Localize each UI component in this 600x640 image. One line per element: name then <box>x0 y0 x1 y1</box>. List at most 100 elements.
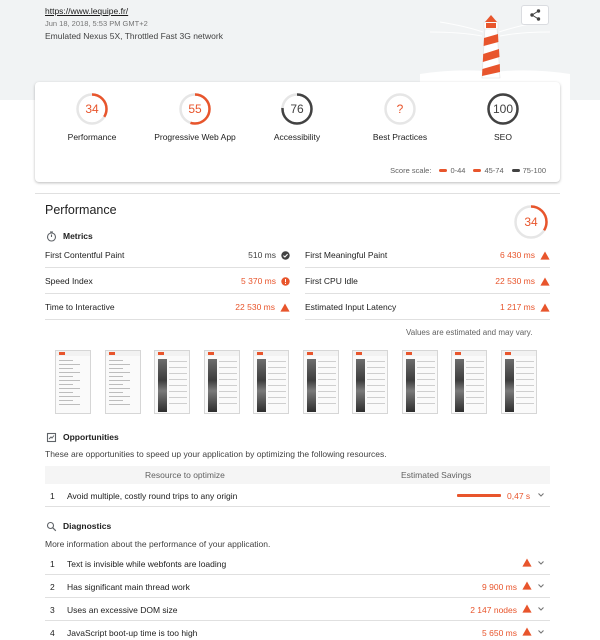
filmstrip <box>55 350 540 414</box>
metric-value: 22 530 ms <box>495 276 535 286</box>
score-value: 76 <box>290 102 304 116</box>
row-number: 1 <box>50 559 55 569</box>
scale-range-label: 0-44 <box>450 166 466 175</box>
chevron-down-icon[interactable] <box>537 558 545 568</box>
metrics-header: Metrics <box>45 230 93 242</box>
share-icon <box>529 9 540 21</box>
metric-estimated-input-latency: Estimated Input Latency 1 217 ms <box>305 295 550 320</box>
warning-triangle-icon <box>522 558 532 567</box>
diagnostics-description: More information about the performance o… <box>45 539 271 549</box>
chevron-down-icon[interactable] <box>537 627 545 637</box>
category-performance[interactable]: 34 Performance <box>37 92 147 142</box>
category-accessibility[interactable]: 76 Accessibility <box>242 92 352 142</box>
scale-range-label: 75-100 <box>522 166 546 175</box>
category-seo[interactable]: 100 SEO <box>448 92 558 142</box>
metric-value: 6 430 ms <box>500 250 535 260</box>
diagnostic-value: 9 900 ms <box>482 582 517 592</box>
scale-swatch <box>439 169 448 172</box>
metric-name: Time to Interactive <box>45 302 115 312</box>
search-icon <box>45 520 57 532</box>
score-gauge: 76 <box>280 92 314 126</box>
row-number: 1 <box>50 491 55 501</box>
opportunity-row[interactable]: 1 Avoid multiple, costly round trips to … <box>45 485 550 507</box>
pass-check-icon <box>281 250 290 260</box>
diagnostic-row[interactable]: 2 Has significant main thread work 9 900… <box>45 576 550 598</box>
metric-value: 1 217 ms <box>500 302 535 312</box>
category-label: Progressive Web App <box>154 132 236 142</box>
score-scale-label: Score scale: <box>390 166 432 175</box>
category-best-practices[interactable]: ? Best Practices <box>345 92 455 142</box>
diagnostic-title: Has significant main thread work <box>67 582 190 592</box>
category-pwa[interactable]: 55 Progressive Web App <box>140 92 250 142</box>
warning-triangle-icon <box>522 604 532 613</box>
metric-first-meaningful-paint: First Meaningful Paint 6 430 ms <box>305 243 550 268</box>
column-savings: Estimated Savings <box>401 470 472 480</box>
page-url-link[interactable]: https://www.lequipe.fr/ <box>45 6 128 16</box>
metric-value: 510 ms <box>248 250 276 260</box>
metric-name: Estimated Input Latency <box>305 302 397 312</box>
diagnostic-row[interactable]: 3 Uses an excessive DOM size 2 147 nodes <box>45 599 550 621</box>
diagnostic-title: Uses an excessive DOM size <box>67 605 178 615</box>
category-label: SEO <box>494 132 512 142</box>
diagnostic-title: Text is invisible while webfonts are loa… <box>67 559 227 569</box>
performance-title: Performance <box>45 203 117 217</box>
score-scale-legend: Score scale: 0-44 45-74 75-100 <box>390 166 546 175</box>
filmstrip-frame <box>203 350 240 414</box>
diagnostic-title: JavaScript boot-up time is too high <box>67 628 198 638</box>
scale-range-label: 45-74 <box>484 166 504 175</box>
warning-triangle-icon <box>540 277 550 286</box>
filmstrip-frame <box>401 350 438 414</box>
opportunities-title: Opportunities <box>63 432 119 442</box>
report-date: Jun 18, 2018, 5:53 PM GMT+2 <box>45 19 148 28</box>
timer-icon <box>45 230 57 242</box>
scale-range-pass: 75-100 <box>511 166 546 175</box>
filmstrip-frame <box>302 350 339 414</box>
score-value: 55 <box>188 102 202 116</box>
chevron-down-icon[interactable] <box>537 604 545 614</box>
savings-value: 0,47 s <box>507 491 531 501</box>
warning-triangle-icon <box>540 251 550 260</box>
metric-value-group: 5 370 ms <box>241 276 290 286</box>
score-gauge: ? <box>383 92 417 126</box>
score-gauge: 34 <box>75 92 109 126</box>
metric-first-cpu-idle: First CPU Idle 22 530 ms <box>305 269 550 294</box>
warning-triangle-icon <box>522 627 532 636</box>
performance-score-value: 34 <box>524 215 538 229</box>
warning-triangle-icon <box>522 581 532 590</box>
metric-first-contentful-paint: First Contentful Paint 510 ms <box>45 243 290 268</box>
filmstrip-frame <box>55 350 91 414</box>
metrics-title: Metrics <box>63 231 93 241</box>
warning-triangle-icon <box>540 303 550 312</box>
metric-name: Speed Index <box>45 276 93 286</box>
metric-value: 22 530 ms <box>235 302 275 312</box>
metric-value-group: 510 ms <box>248 250 290 260</box>
score-value: 34 <box>85 102 99 116</box>
row-number: 4 <box>50 628 55 638</box>
diagnostic-row[interactable]: 4 JavaScript boot-up time is too high 5 … <box>45 622 550 640</box>
row-number: 2 <box>50 582 55 592</box>
score-value: 100 <box>492 102 514 116</box>
category-scores-card: 34 Performance 55 Progressive Web App 76… <box>35 82 560 182</box>
chevron-down-icon[interactable] <box>537 581 545 591</box>
filmstrip-frame <box>104 350 141 414</box>
scale-range-fail: 0-44 <box>439 166 465 175</box>
category-label: Best Practices <box>372 132 428 142</box>
column-resource: Resource to optimize <box>145 470 225 480</box>
opportunities-header: Opportunities <box>45 431 119 443</box>
metric-value-group: 22 530 ms <box>495 276 550 286</box>
metric-name: First CPU Idle <box>305 276 358 286</box>
filmstrip-frame <box>500 350 537 414</box>
metric-value: 5 370 ms <box>241 276 276 286</box>
share-button[interactable] <box>521 5 549 25</box>
category-label: Accessibility <box>273 132 321 142</box>
diagnostic-value: 2 147 nodes <box>470 605 517 615</box>
diagnostic-row[interactable]: 1 Text is invisible while webfonts are l… <box>45 553 550 575</box>
chevron-down-icon[interactable] <box>537 490 545 500</box>
filmstrip-frame <box>154 350 190 414</box>
performance-score-gauge: 34 <box>513 204 549 240</box>
filmstrip-frame <box>451 350 487 414</box>
metric-value-group: 6 430 ms <box>500 250 550 260</box>
filmstrip-frame <box>352 350 388 414</box>
section-divider <box>35 193 560 194</box>
opportunities-description: These are opportunities to speed up your… <box>45 449 387 459</box>
